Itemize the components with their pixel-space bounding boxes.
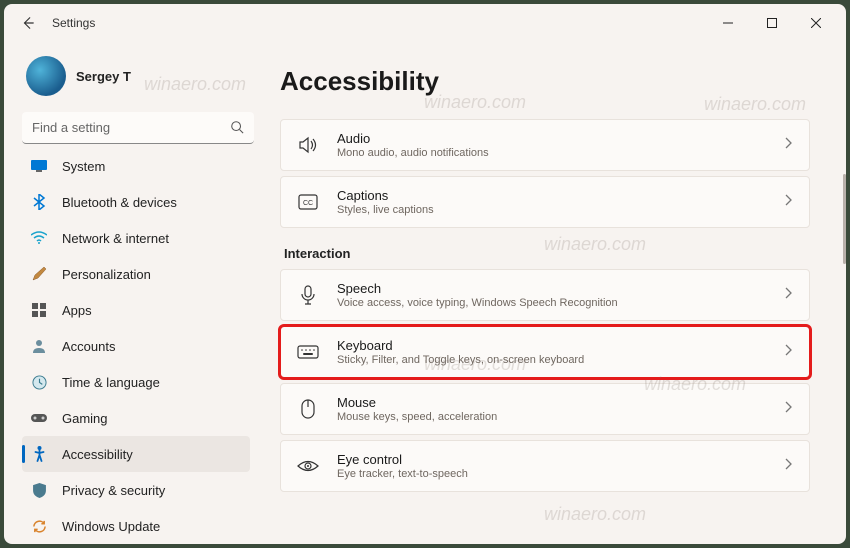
card-subtitle: Mono audio, audio notifications — [337, 147, 767, 159]
brush-icon — [30, 265, 48, 283]
card-title: Keyboard — [337, 338, 767, 353]
main-content: Accessibility Audio Mono audio, audio no… — [264, 42, 846, 544]
nav-label: Windows Update — [62, 519, 160, 534]
nav-label: Time & language — [62, 375, 160, 390]
chevron-right-icon — [785, 193, 793, 211]
sidebar-item-gaming[interactable]: Gaming — [22, 400, 250, 436]
system-icon — [30, 157, 48, 175]
card-title: Eye control — [337, 452, 767, 467]
sidebar-item-apps[interactable]: Apps — [22, 292, 250, 328]
sidebar-item-time[interactable]: Time & language — [22, 364, 250, 400]
nav-label: System — [62, 159, 105, 174]
profile-block[interactable]: Sergey T — [22, 50, 254, 112]
back-button[interactable] — [12, 7, 44, 39]
chevron-right-icon — [785, 343, 793, 361]
minimize-icon — [723, 18, 733, 28]
chevron-right-icon — [785, 136, 793, 154]
minimize-button[interactable] — [706, 8, 750, 38]
card-speech[interactable]: Speech Voice access, voice typing, Windo… — [280, 269, 810, 321]
section-interaction: Interaction — [284, 246, 810, 261]
nav-label: Network & internet — [62, 231, 169, 246]
sidebar-item-accounts[interactable]: Accounts — [22, 328, 250, 364]
search-box — [22, 112, 254, 144]
accessibility-icon — [30, 445, 48, 463]
clock-icon — [30, 373, 48, 391]
shield-icon — [30, 481, 48, 499]
chevron-right-icon — [785, 286, 793, 304]
card-subtitle: Styles, live captions — [337, 204, 767, 216]
card-title: Audio — [337, 131, 767, 146]
nav-label: Gaming — [62, 411, 108, 426]
maximize-button[interactable] — [750, 8, 794, 38]
nav-label: Privacy & security — [62, 483, 165, 498]
card-subtitle: Voice access, voice typing, Windows Spee… — [337, 297, 767, 309]
card-keyboard[interactable]: Keyboard Sticky, Filter, and Toggle keys… — [280, 326, 810, 378]
nav-label: Personalization — [62, 267, 151, 282]
avatar — [26, 56, 66, 96]
apps-icon — [30, 301, 48, 319]
chevron-right-icon — [785, 400, 793, 418]
mouse-icon — [297, 398, 319, 420]
sidebar-item-system[interactable]: System — [22, 154, 250, 184]
eye-icon — [297, 455, 319, 477]
sidebar: Sergey T System Bluetooth & devices Netw… — [4, 42, 264, 544]
card-title: Mouse — [337, 395, 767, 410]
sidebar-item-privacy[interactable]: Privacy & security — [22, 472, 250, 508]
svg-text:CC: CC — [303, 200, 313, 207]
card-mouse[interactable]: Mouse Mouse keys, speed, acceleration — [280, 383, 810, 435]
sidebar-item-personalization[interactable]: Personalization — [22, 256, 250, 292]
nav: System Bluetooth & devices Network & int… — [22, 154, 254, 544]
nav-label: Apps — [62, 303, 92, 318]
card-title: Captions — [337, 188, 767, 203]
person-icon — [30, 337, 48, 355]
mic-icon — [297, 284, 319, 306]
gaming-icon — [30, 409, 48, 427]
nav-label: Accounts — [62, 339, 115, 354]
sidebar-item-accessibility[interactable]: Accessibility — [22, 436, 250, 472]
speaker-icon — [297, 134, 319, 156]
close-button[interactable] — [794, 8, 838, 38]
titlebar: Settings — [4, 4, 846, 42]
bluetooth-icon — [30, 193, 48, 211]
close-icon — [811, 18, 821, 28]
keyboard-icon — [297, 341, 319, 363]
card-captions[interactable]: CC Captions Styles, live captions — [280, 176, 810, 228]
card-subtitle: Sticky, Filter, and Toggle keys, on-scre… — [337, 354, 767, 366]
wifi-icon — [30, 229, 48, 247]
card-subtitle: Eye tracker, text-to-speech — [337, 468, 767, 480]
card-title: Speech — [337, 281, 767, 296]
sidebar-item-bluetooth[interactable]: Bluetooth & devices — [22, 184, 250, 220]
chevron-right-icon — [785, 457, 793, 475]
maximize-icon — [767, 18, 777, 28]
update-icon — [30, 517, 48, 535]
card-audio[interactable]: Audio Mono audio, audio notifications — [280, 119, 810, 171]
sidebar-item-windowsupdate[interactable]: Windows Update — [22, 508, 250, 544]
card-subtitle: Mouse keys, speed, acceleration — [337, 411, 767, 423]
card-eye-control[interactable]: Eye control Eye tracker, text-to-speech — [280, 440, 810, 492]
scrollbar-thumb[interactable] — [843, 174, 846, 264]
nav-label: Accessibility — [62, 447, 133, 462]
window-title: Settings — [52, 16, 95, 30]
sidebar-item-network[interactable]: Network & internet — [22, 220, 250, 256]
search-input[interactable] — [22, 112, 254, 144]
arrow-left-icon — [21, 16, 35, 30]
search-icon — [230, 120, 244, 139]
nav-label: Bluetooth & devices — [62, 195, 177, 210]
username: Sergey T — [76, 69, 131, 84]
window-controls — [706, 8, 838, 38]
captions-icon: CC — [297, 191, 319, 213]
page-title: Accessibility — [280, 66, 810, 97]
